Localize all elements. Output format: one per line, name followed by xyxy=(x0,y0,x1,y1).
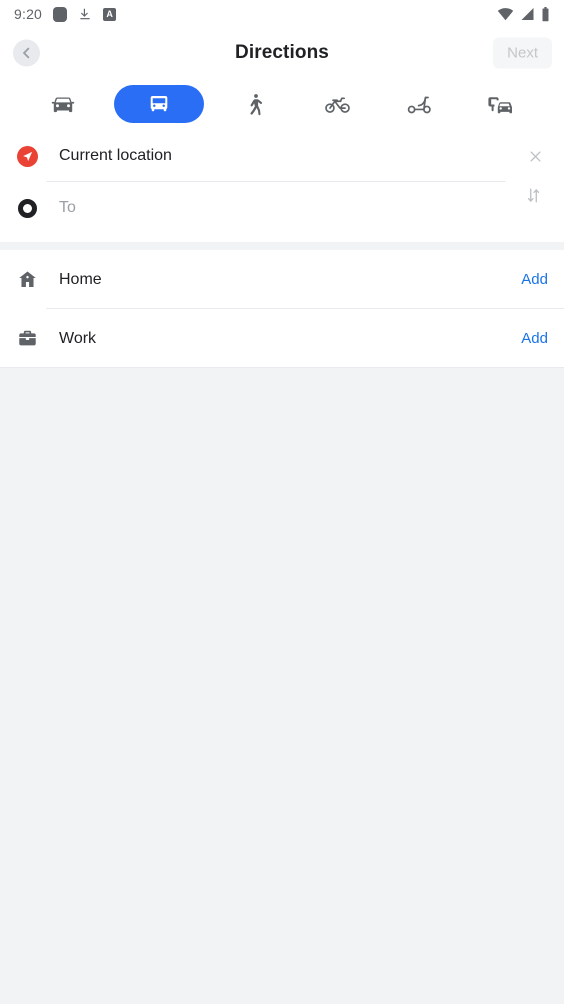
shortcut-label-home: Home xyxy=(59,270,102,288)
wifi-icon xyxy=(497,7,514,21)
car-icon xyxy=(50,91,76,117)
a-badge-icon: A xyxy=(103,7,117,21)
origin-value: Current location xyxy=(59,147,172,164)
briefcase-icon xyxy=(14,328,40,349)
status-bar-left: 9:20 A xyxy=(14,6,117,22)
saved-places-list: Home Add Work Add xyxy=(0,250,564,368)
chevron-left-icon xyxy=(23,47,30,59)
swap-endpoints-button[interactable] xyxy=(516,178,550,212)
app-square-icon xyxy=(53,6,68,22)
destination-ring-icon xyxy=(17,198,37,218)
battery-icon xyxy=(541,6,550,22)
app-screen: 9:20 A Directions Next Current location … xyxy=(0,0,564,1004)
swap-vertical-icon xyxy=(527,187,539,203)
bus-icon xyxy=(147,92,171,116)
app-header: Directions Next xyxy=(0,28,564,78)
shortcut-row-home[interactable]: Home Add xyxy=(0,250,564,309)
travel-mode-tabs xyxy=(0,78,564,130)
origin-row[interactable]: Current location xyxy=(0,130,564,182)
add-home-button[interactable]: Add xyxy=(519,265,550,294)
travel-mode-rideshare[interactable] xyxy=(470,85,532,123)
back-button[interactable] xyxy=(13,39,40,67)
destination-icon-wrap xyxy=(14,198,40,218)
destination-row[interactable]: To xyxy=(0,182,564,234)
next-button[interactable]: Next xyxy=(493,37,552,69)
status-bar-right xyxy=(497,6,550,22)
page-title: Directions xyxy=(235,42,329,63)
bicycle-icon xyxy=(324,91,351,118)
shortcut-divider xyxy=(0,367,564,368)
travel-mode-driving[interactable] xyxy=(32,85,94,123)
status-bar: 9:20 A xyxy=(0,0,564,28)
close-icon xyxy=(530,151,540,161)
clear-origin-button[interactable] xyxy=(518,139,552,173)
origin-icon-wrap xyxy=(14,145,40,167)
home-icon xyxy=(14,269,40,290)
status-time: 9:20 xyxy=(14,6,43,22)
travel-mode-scooter[interactable] xyxy=(388,85,450,123)
walk-icon xyxy=(243,92,267,116)
section-gap xyxy=(0,242,564,250)
download-icon xyxy=(78,7,92,21)
shortcut-label-work: Work xyxy=(59,329,97,347)
route-endpoints: Current location To xyxy=(0,130,564,242)
empty-area xyxy=(0,368,564,1004)
destination-input[interactable]: To xyxy=(59,199,564,217)
add-work-button[interactable]: Add xyxy=(519,324,550,353)
rideshare-icon xyxy=(487,91,515,117)
travel-mode-cycling[interactable] xyxy=(306,85,368,123)
travel-mode-walking[interactable] xyxy=(224,85,286,123)
navigation-arrow-icon xyxy=(16,145,38,167)
scooter-icon xyxy=(406,91,433,118)
travel-mode-transit[interactable] xyxy=(114,85,204,123)
shortcut-row-work[interactable]: Work Add xyxy=(0,309,564,368)
cell-signal-icon xyxy=(520,7,535,21)
